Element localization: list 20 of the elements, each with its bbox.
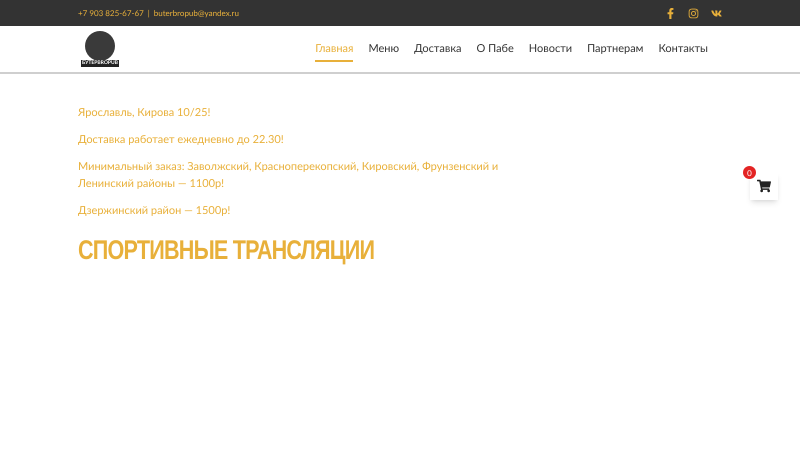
info-paragraph: Ярославль, Кирова 10/25! (78, 105, 212, 121)
nav-link[interactable]: Контакты (658, 36, 708, 62)
cart-button[interactable] (750, 172, 778, 200)
nav-link[interactable]: Доставка (414, 36, 462, 62)
instagram-icon[interactable] (688, 8, 699, 18)
email-link[interactable]: buterbropub@yandex.ru (154, 7, 239, 19)
section-heading: СПОРТИВНЫЕ ТРАНСЛЯЦИИ (78, 234, 376, 267)
cart-count-badge: 0 (743, 166, 756, 179)
facebook-icon[interactable] (665, 8, 676, 18)
nav-link[interactable]: Меню (368, 36, 400, 62)
info-paragraph: Доставка работает ежедневно до 22.30! (78, 132, 285, 148)
phone-number: +7 903 825-67-67 (78, 7, 144, 19)
nav-link[interactable]: Новости (528, 36, 572, 62)
nav-link[interactable]: О Пабе (476, 36, 514, 62)
separator: | (148, 7, 150, 19)
info-paragraph: Дзержинский район — 1500р! (78, 203, 232, 219)
nav-link[interactable]: Партнерам (587, 36, 644, 62)
cart-icon (757, 179, 771, 193)
info-paragraph: Минимальный заказ: Заволжский, Красноперекопский, Кировский, Фрунзенский и Ленинский районы — 1100р! (78, 159, 500, 192)
vk-icon[interactable] (711, 8, 722, 18)
